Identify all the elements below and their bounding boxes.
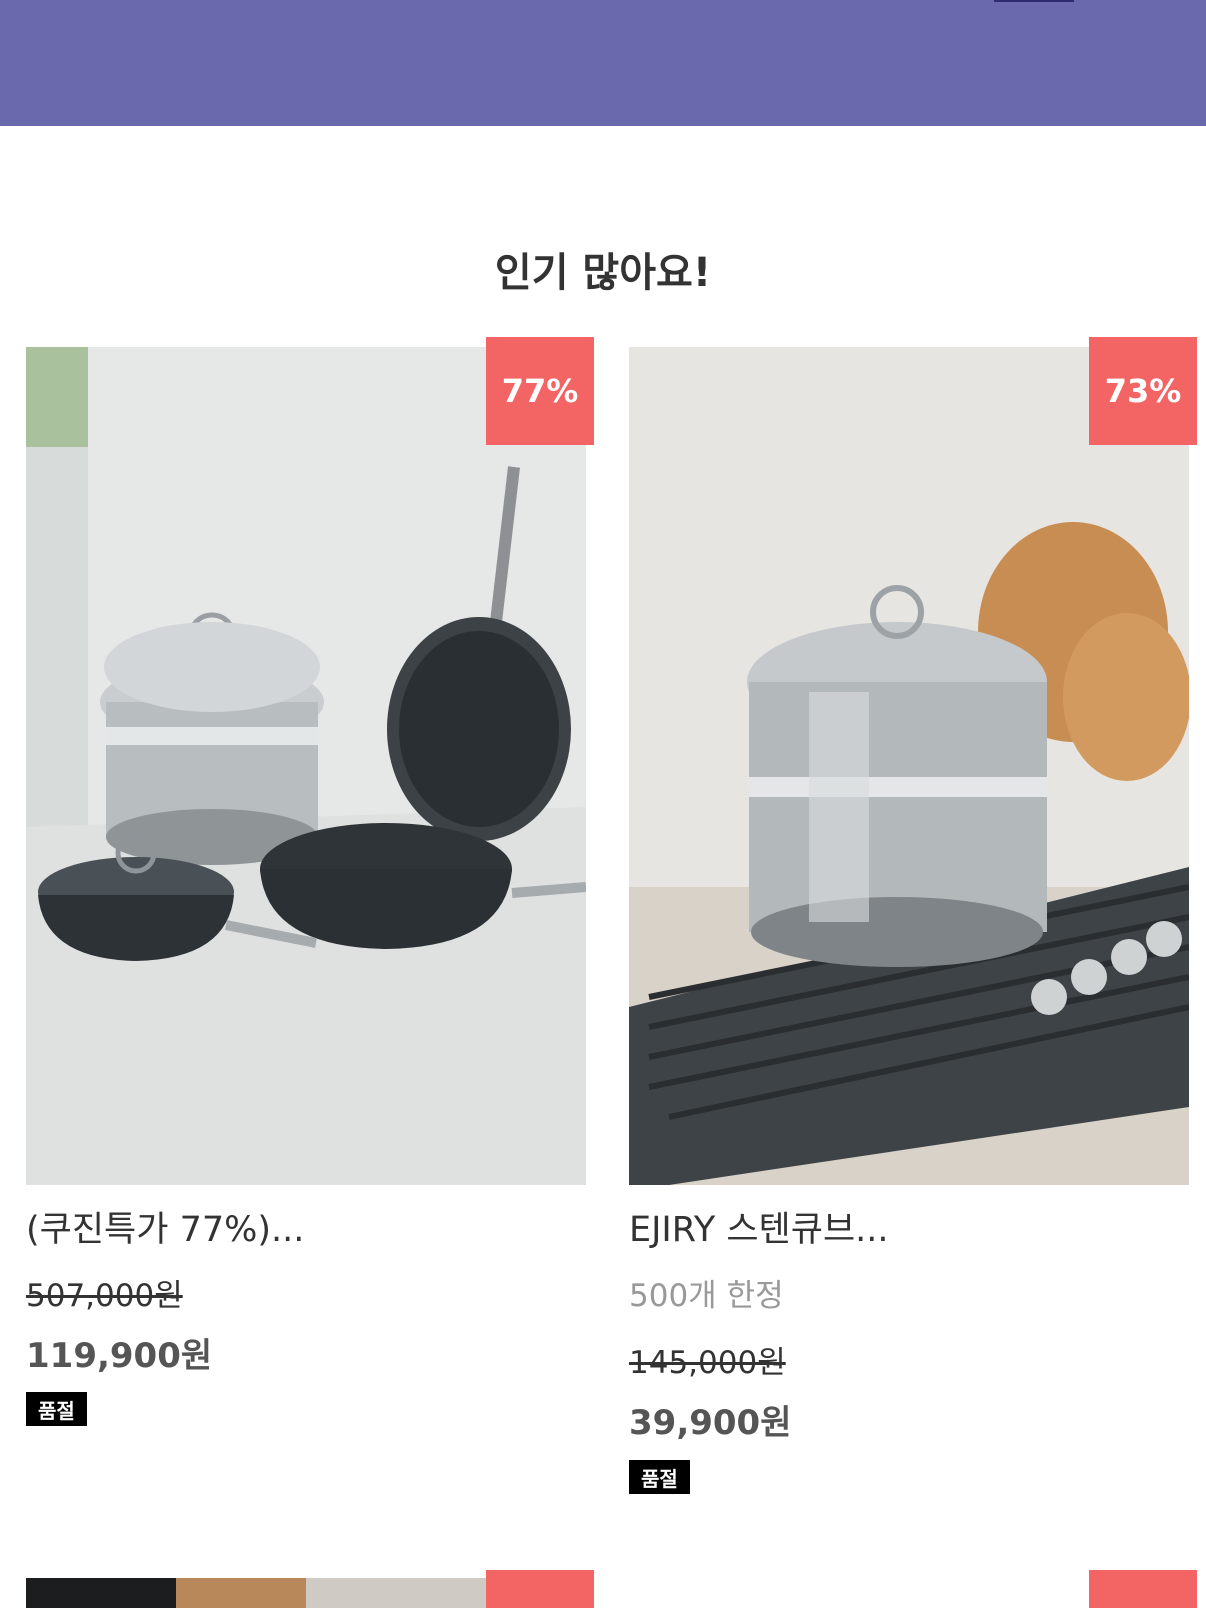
- sale-price: 119,900원: [26, 1336, 213, 1376]
- product-card[interactable]: 73% EJIRY 스텐큐브... 500개 한정 145,000원 39,90…: [629, 337, 1197, 1494]
- cookware-set-photo: [26, 347, 586, 1185]
- soldout-badge: 품절: [26, 1392, 87, 1426]
- product-image[interactable]: [26, 347, 586, 1185]
- discount-badge: 77%: [486, 337, 594, 445]
- original-price: 145,000원: [629, 1345, 786, 1381]
- original-price: 507,000원: [26, 1278, 183, 1314]
- product-card[interactable]: 77% (쿠진특가 77%)... 507,000원 119,900원 품절: [26, 337, 594, 1426]
- soldout-badge: 품절: [629, 1460, 690, 1494]
- discount-badge: 73%: [1089, 337, 1197, 445]
- discount-badge-peek: [1089, 1570, 1197, 1608]
- product-name[interactable]: (쿠진특가 77%)...: [26, 1201, 586, 1252]
- product-name[interactable]: EJIRY 스텐큐브...: [629, 1201, 1189, 1252]
- sale-price: 39,900원: [629, 1403, 792, 1443]
- limited-quantity-label: 500개 한정: [629, 1278, 784, 1314]
- banner-underline: [994, 0, 1074, 2]
- top-banner: [0, 0, 1206, 126]
- steamer-pot-photo: [629, 347, 1189, 1185]
- discount-badge-peek: [486, 1570, 594, 1608]
- product-image[interactable]: [629, 347, 1189, 1185]
- section-title: 인기 많아요!: [494, 250, 712, 296]
